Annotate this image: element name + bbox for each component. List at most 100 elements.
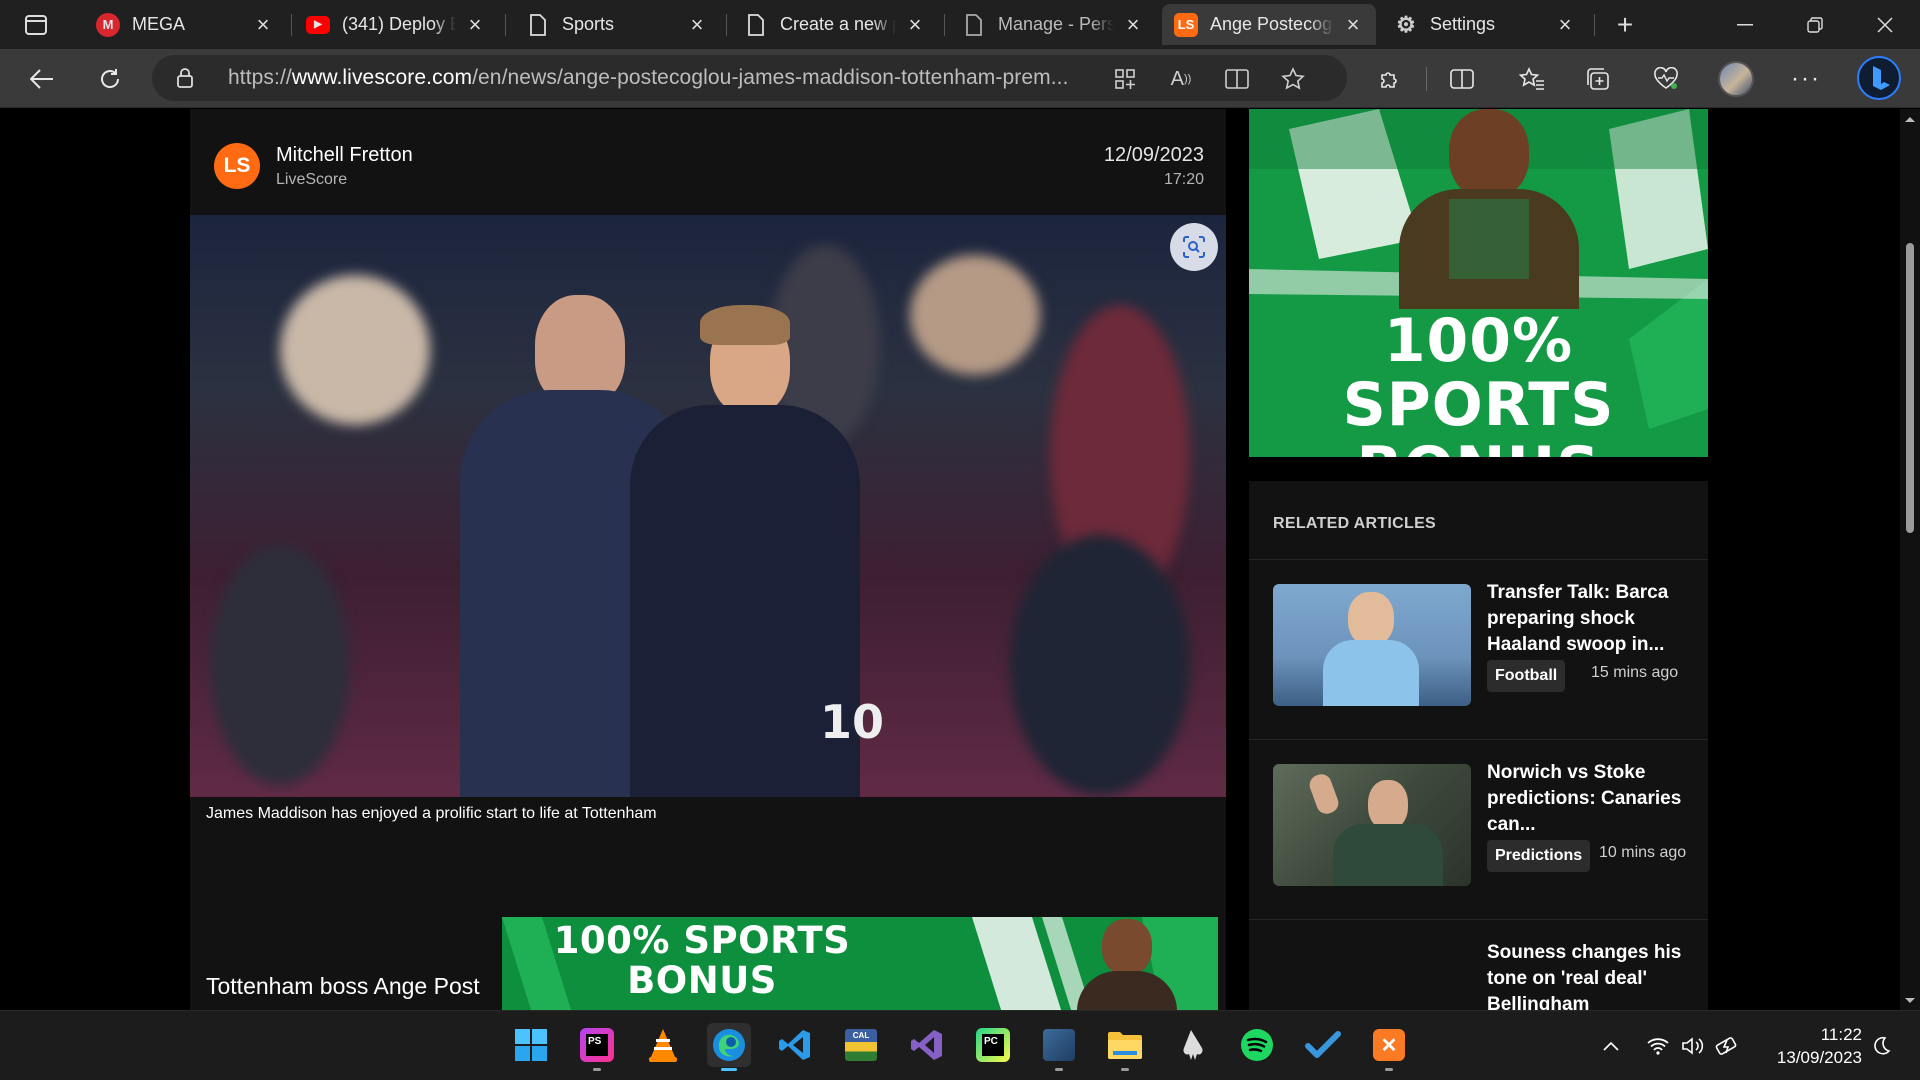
tab-youtube[interactable]: ▶ (341) Deploy E × <box>294 4 498 45</box>
visual-search-button[interactable] <box>1170 223 1218 271</box>
taskbar-inkscape[interactable] <box>1169 1023 1213 1067</box>
address-bar[interactable]: https://www.livescore.com/en/news/ange-p… <box>152 55 1347 101</box>
scrollbar-thumb[interactable] <box>1906 243 1914 533</box>
scroll-up-arrow-icon[interactable] <box>1900 111 1920 127</box>
read-aloud-icon[interactable]: A)) <box>1166 64 1196 94</box>
show-hidden-icons-button[interactable] <box>1596 1031 1626 1061</box>
volume-status[interactable] <box>1678 1031 1708 1061</box>
taskbar-edge[interactable] <box>707 1023 751 1071</box>
wifi-status[interactable] <box>1643 1031 1673 1061</box>
related-article-time: 15 mins ago <box>1591 664 1679 681</box>
related-article-headline[interactable]: Souness changes his tone on 'real deal' … <box>1487 940 1692 1010</box>
related-article-item[interactable]: Norwich vs Stoke predictions: Canaries c… <box>1249 739 1708 919</box>
tab-divider <box>291 14 292 36</box>
immersive-reader-icon[interactable] <box>1222 64 1252 94</box>
tab-manage[interactable]: Manage - Pers × <box>950 4 1156 45</box>
related-article-headline[interactable]: Transfer Talk: Barca preparing shock Haa… <box>1487 580 1692 658</box>
tab-title: Create a new p <box>780 14 896 34</box>
page-scrollbar[interactable] <box>1900 109 1920 1010</box>
minimize-button[interactable] <box>1710 0 1780 49</box>
tab-divider <box>505 14 506 36</box>
tab-create-new[interactable]: Create a new p × <box>732 4 938 45</box>
inline-ad-banner[interactable]: 100% SPORTS BONUS <box>502 917 1218 1010</box>
author-row: LS Mitchell Fretton LiveScore 12/09/2023… <box>214 143 1204 203</box>
taskbar-visual-studio[interactable] <box>905 1023 949 1067</box>
crowd-figure <box>210 545 350 785</box>
favorites-button[interactable] <box>1512 59 1552 99</box>
profile-button[interactable] <box>1716 59 1756 99</box>
taskbar-mysql-workbench[interactable] <box>1037 1023 1081 1071</box>
mega-icon: M <box>96 12 120 37</box>
taskbar-file-explorer[interactable] <box>1103 1023 1147 1071</box>
lock-icon[interactable] <box>176 67 194 89</box>
close-tab-icon[interactable]: × <box>464 12 486 37</box>
calibre-icon: CAL <box>845 1029 877 1061</box>
split-screen-button[interactable] <box>1442 59 1482 99</box>
related-article-item[interactable]: Transfer Talk: Barca preparing shock Haa… <box>1249 559 1708 739</box>
related-article-time: 10 mins ago <box>1599 844 1687 861</box>
category-tag[interactable]: Predictions <box>1487 840 1591 872</box>
back-button[interactable] <box>22 59 62 99</box>
tab-actions-icon <box>25 15 47 35</box>
battery-status[interactable] <box>1713 1031 1743 1061</box>
tab-settings[interactable]: ⚙ Settings × <box>1382 4 1588 45</box>
close-tab-icon[interactable]: × <box>1554 12 1576 37</box>
taskbar-xampp[interactable]: ✕ <box>1367 1023 1411 1071</box>
hero-image[interactable]: 10 <box>190 215 1226 797</box>
extensions-button[interactable] <box>1370 59 1410 99</box>
web-page: LS Mitchell Fretton LiveScore 12/09/2023… <box>0 109 1920 1010</box>
tab-divider <box>726 14 727 36</box>
collections-button[interactable] <box>1578 59 1618 99</box>
close-tab-icon[interactable]: × <box>1342 12 1364 37</box>
settings-more-button[interactable]: ··· <box>1786 59 1826 99</box>
url-text[interactable]: https://www.livescore.com/en/news/ange-p… <box>228 66 1228 90</box>
visual-search-icon <box>1183 236 1205 258</box>
category-tag[interactable]: Football <box>1487 660 1566 692</box>
favorite-star-icon[interactable] <box>1278 64 1308 94</box>
tab-sports[interactable]: Sports × <box>514 4 720 45</box>
tab-mega[interactable]: M MEGA × <box>84 4 286 45</box>
related-article-item[interactable]: Souness changes his tone on 'real deal' … <box>1249 919 1708 1010</box>
apps-available-icon[interactable] <box>1110 64 1140 94</box>
related-article-thumbnail[interactable] <box>1273 584 1471 706</box>
start-button[interactable] <box>509 1023 553 1067</box>
close-tab-icon[interactable]: × <box>904 12 926 37</box>
sidebar-ad-banner[interactable]: 100% SPORTSBONUS <box>1249 109 1708 457</box>
related-article-headline[interactable]: Norwich vs Stoke predictions: Canaries c… <box>1487 760 1692 838</box>
tab-ange-postecoglou[interactable]: LS Ange Postecog × <box>1162 4 1376 45</box>
speaker-icon <box>1682 1037 1704 1055</box>
notification-center-button[interactable] <box>1866 1031 1896 1061</box>
livescore-logo[interactable]: LS <box>214 143 260 189</box>
tab-title: Ange Postecog <box>1210 14 1333 34</box>
related-articles-panel: RELATED ARTICLES Transfer Talk: Barca pr… <box>1249 481 1708 1010</box>
close-tab-icon[interactable]: × <box>1122 12 1144 37</box>
taskbar-calibre[interactable]: CAL <box>839 1023 883 1067</box>
bing-copilot-button[interactable] <box>1854 53 1904 103</box>
author-name[interactable]: Mitchell Fretton <box>276 144 413 167</box>
navigation-bar: https://www.livescore.com/en/news/ange-p… <box>0 49 1920 108</box>
taskbar-pycharm[interactable]: PC <box>971 1023 1015 1067</box>
running-indicator <box>721 1068 737 1071</box>
related-article-thumbnail[interactable] <box>1273 764 1471 886</box>
restore-button[interactable] <box>1780 0 1850 49</box>
scroll-down-arrow-icon[interactable] <box>1900 993 1920 1009</box>
new-tab-button[interactable]: + <box>1608 8 1642 42</box>
pycharm-icon: PC <box>976 1028 1010 1062</box>
taskbar-phpstorm[interactable]: PS <box>575 1023 619 1071</box>
todo-checkmark-icon <box>1305 1031 1341 1058</box>
system-clock[interactable]: 11:22 13/09/2023 <box>1752 1023 1862 1069</box>
refresh-button[interactable] <box>90 59 130 99</box>
spotify-icon <box>1241 1029 1273 1061</box>
taskbar-spotify[interactable] <box>1235 1023 1279 1067</box>
browser-essentials-button[interactable] <box>1646 59 1686 99</box>
bing-icon <box>1857 56 1901 100</box>
image-caption: James Maddison has enjoyed a prolific st… <box>206 805 657 822</box>
taskbar-vscode[interactable] <box>773 1023 817 1067</box>
close-tab-icon[interactable]: × <box>686 12 708 37</box>
tab-divider <box>944 14 945 36</box>
close-window-button[interactable] <box>1850 0 1920 49</box>
tab-actions-menu-button[interactable] <box>14 10 58 40</box>
taskbar-vlc[interactable] <box>641 1023 685 1067</box>
close-tab-icon[interactable]: × <box>252 12 274 37</box>
taskbar-todo[interactable] <box>1301 1023 1345 1067</box>
